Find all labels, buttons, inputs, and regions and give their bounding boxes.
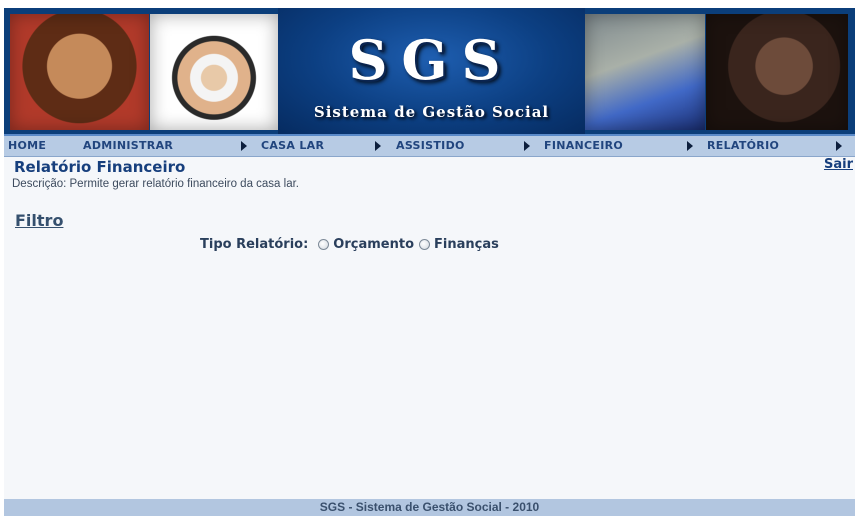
report-type-filter: Tipo Relatório: Orçamento Finanças — [200, 236, 499, 252]
menu-item-home[interactable]: HOME — [8, 136, 46, 156]
financas-option-label[interactable]: Finanças — [434, 237, 499, 252]
menu-item-financeiro[interactable]: FINANCEIRO — [544, 136, 623, 156]
banner-photo-children-circle — [150, 14, 278, 130]
menu-item-relatorio[interactable]: RELATÓRIO — [707, 136, 779, 156]
orcamento-radio[interactable] — [318, 238, 330, 250]
banner-photo-child-face — [706, 14, 848, 130]
submenu-arrow-icon[interactable] — [836, 141, 842, 151]
banner-photo-smiling-child — [10, 14, 149, 130]
submenu-arrow-icon[interactable] — [687, 141, 693, 151]
banner-logo-area: SGS Sistema de Gestão Social — [278, 8, 585, 134]
report-type-label: Tipo Relatório: — [200, 236, 309, 252]
app-subtitle: Sistema de Gestão Social — [313, 103, 550, 121]
submenu-arrow-icon[interactable] — [524, 141, 530, 151]
main-menu: HOME ADMINISTRAR CASA LAR ASSISTIDO FINA… — [4, 136, 855, 157]
menu-item-casa-lar[interactable]: CASA LAR — [261, 136, 324, 156]
app-logo: SGS — [348, 28, 515, 92]
submenu-arrow-icon[interactable] — [375, 141, 381, 151]
banner-photo-boy-backpack — [585, 14, 705, 130]
menu-item-assistido[interactable]: ASSISTIDO — [396, 136, 465, 156]
menu-item-administrar[interactable]: ADMINISTRAR — [83, 136, 173, 156]
app-frame: SGS Sistema de Gestão Social HOME ADMINI… — [4, 8, 855, 516]
logout-link[interactable]: Sair — [824, 157, 853, 172]
filter-section-title: Filtro — [15, 211, 64, 230]
submenu-arrow-icon[interactable] — [241, 141, 247, 151]
orcamento-option-label[interactable]: Orçamento — [333, 237, 414, 252]
financas-radio[interactable] — [419, 238, 431, 250]
page-description: Descrição: Permite gerar relatório finan… — [12, 178, 299, 190]
header-banner: SGS Sistema de Gestão Social — [4, 8, 855, 136]
page-title: Relatório Financeiro — [14, 158, 186, 176]
page-footer: SGS - Sistema de Gestão Social - 2010 — [4, 499, 855, 516]
